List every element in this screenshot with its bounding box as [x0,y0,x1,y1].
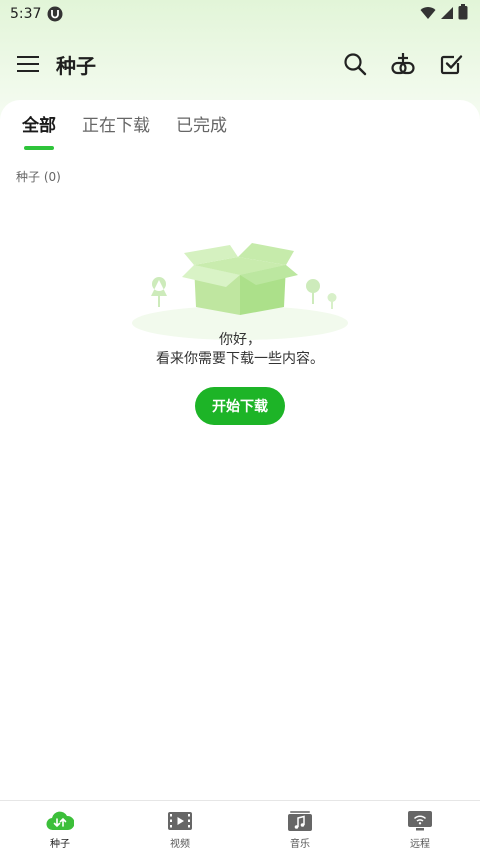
torrent-count-label: 种子 (0) [16,170,61,184]
status-time: 5:37 [10,6,42,22]
nav-item-video[interactable]: 视频 [120,801,240,853]
tab-label: 正在下载 [82,116,150,136]
wifi-icon [420,5,436,24]
app-bar: 种子 [0,38,480,90]
video-icon [166,809,194,833]
empty-message-body: 看来你需要下载一些内容。 [156,351,324,367]
search-icon[interactable] [342,51,368,77]
active-tab-indicator [24,146,54,150]
content-card: 全部 正在下载 已完成 种子 (0) 你好， 看来你需要下载一些内容。 开始下载 [0,100,480,800]
tab-label: 已完成 [176,116,227,136]
status-bar: 5:37 [0,0,480,28]
menu-icon[interactable] [16,52,40,76]
cellular-signal-icon [440,5,454,24]
torrent-icon [46,809,74,833]
tab-downloading[interactable]: 正在下载 [82,112,150,152]
nav-item-torrents[interactable]: 种子 [0,801,120,853]
nav-label: 种子 [50,838,70,850]
select-checkbox-icon[interactable] [438,51,464,77]
tab-completed[interactable]: 已完成 [176,112,227,152]
music-icon [286,809,314,833]
tab-all[interactable]: 全部 [22,112,56,152]
empty-message-greeting: 你好， [219,332,261,348]
empty-box-illustration [130,235,350,340]
add-link-icon[interactable] [390,51,416,77]
tab-bar: 全部 正在下载 已完成 [0,112,227,152]
remote-icon [406,809,434,833]
tab-label: 全部 [22,116,56,136]
battery-icon [458,4,468,24]
page-title: 种子 [56,53,96,78]
utorrent-notification-icon [47,6,63,22]
bottom-navigation: 种子 视频 音乐 远程 [0,800,480,853]
nav-label: 远程 [410,838,430,850]
nav-label: 音乐 [290,838,310,850]
start-download-button[interactable]: 开始下载 [195,387,285,425]
nav-item-music[interactable]: 音乐 [240,801,360,853]
nav-item-remote[interactable]: 远程 [360,801,480,853]
nav-label: 视频 [170,838,190,850]
